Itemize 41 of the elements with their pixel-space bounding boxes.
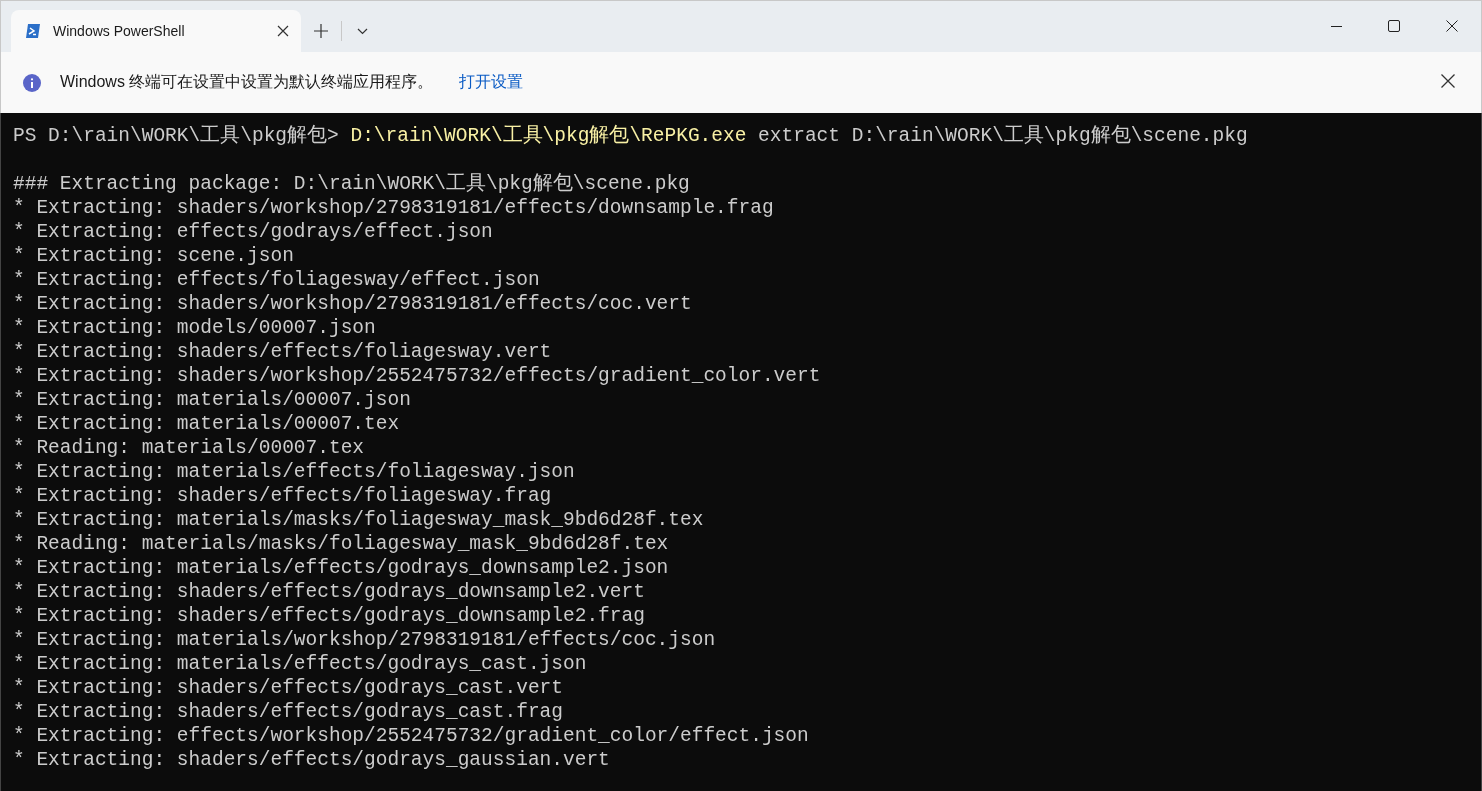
output-line: * Extracting: materials/masks/foliagesway_mask_9bd6d28f.tex — [13, 508, 705, 532]
output-line: * Extracting: models/00007.json — [13, 316, 377, 340]
maximize-icon — [1388, 20, 1400, 32]
output-line: * Extracting: materials/effects/godrays_cast.json — [13, 652, 588, 676]
output-line: * Extracting: shaders/effects/godrays_downsample2.frag — [13, 604, 646, 628]
close-icon — [1446, 20, 1458, 32]
output-line: * Reading: materials/masks/foliagesway_mask_9bd6d28f.tex — [13, 532, 670, 556]
output-line: * Extracting: effects/foliagesway/effect.json — [13, 268, 541, 292]
output-line: * Extracting: materials/effects/foliagesway.json — [13, 460, 576, 484]
command-arguments: extract D:\rain\WORK\工具\pkg解包\scene.pkg — [758, 125, 1248, 147]
prompt: PS D:\rain\WORK\工具\pkg解包> — [13, 125, 339, 147]
plus-icon — [314, 24, 328, 38]
output-line: * Extracting: shaders/effects/foliagesway.vert — [13, 340, 553, 364]
powershell-icon — [25, 23, 41, 39]
close-icon — [1441, 74, 1455, 88]
output-line: * Extracting: materials/00007.tex — [13, 412, 401, 436]
terminal-tab[interactable]: Windows PowerShell — [11, 10, 301, 52]
tab-title: Windows PowerShell — [53, 23, 186, 39]
output-line: * Extracting: shaders/effects/godrays_cast.frag — [13, 700, 564, 724]
output-line: * Extracting: shaders/effects/godrays_gaussian.vert — [13, 748, 611, 772]
output-line: * Extracting: shaders/effects/godrays_downsample2.vert — [13, 580, 646, 604]
open-settings-link[interactable]: 打开设置 — [459, 72, 524, 93]
output-line: * Extracting: shaders/workshop/2798319181/effects/coc.vert — [13, 292, 693, 316]
output-line: * Extracting: effects/godrays/effect.json — [13, 220, 494, 244]
output-line: * Extracting: shaders/workshop/2552475732/effects/gradient_color.vert — [13, 364, 822, 388]
output-line: * Extracting: materials/effects/godrays_downsample2.json — [13, 556, 670, 580]
output-line: ### Extracting package: D:\rain\WORK\工具\pkg解包\scene.pkg — [13, 172, 691, 196]
command: D:\rain\WORK\工具\pkg解包\RePKG.exe — [350, 125, 747, 147]
output-line: * Extracting: shaders/effects/godrays_cast.vert — [13, 676, 564, 700]
minimize-icon — [1330, 25, 1342, 27]
close-icon[interactable] — [277, 25, 289, 37]
output-line: * Extracting: shaders/effects/foliagesway.frag — [13, 484, 553, 508]
output-line: * Extracting: materials/workshop/2798319181/effects/coc.json — [13, 628, 717, 652]
output-line: * Extracting: materials/00007.json — [13, 388, 412, 412]
caret-icon — [356, 27, 368, 35]
output-line: * Extracting: scene.json — [13, 244, 295, 268]
output-line: * Reading: materials/00007.tex — [13, 436, 366, 460]
output-line: * Extracting: effects/workshop/2552475732/gradient_color/effect.json — [13, 724, 810, 748]
info-message: Windows 终端可在设置中设置为默认终端应用程序。 — [60, 72, 434, 92]
info-icon — [23, 73, 41, 92]
output-line: * Extracting: shaders/workshop/2798319181/effects/downsample.frag — [13, 196, 775, 220]
